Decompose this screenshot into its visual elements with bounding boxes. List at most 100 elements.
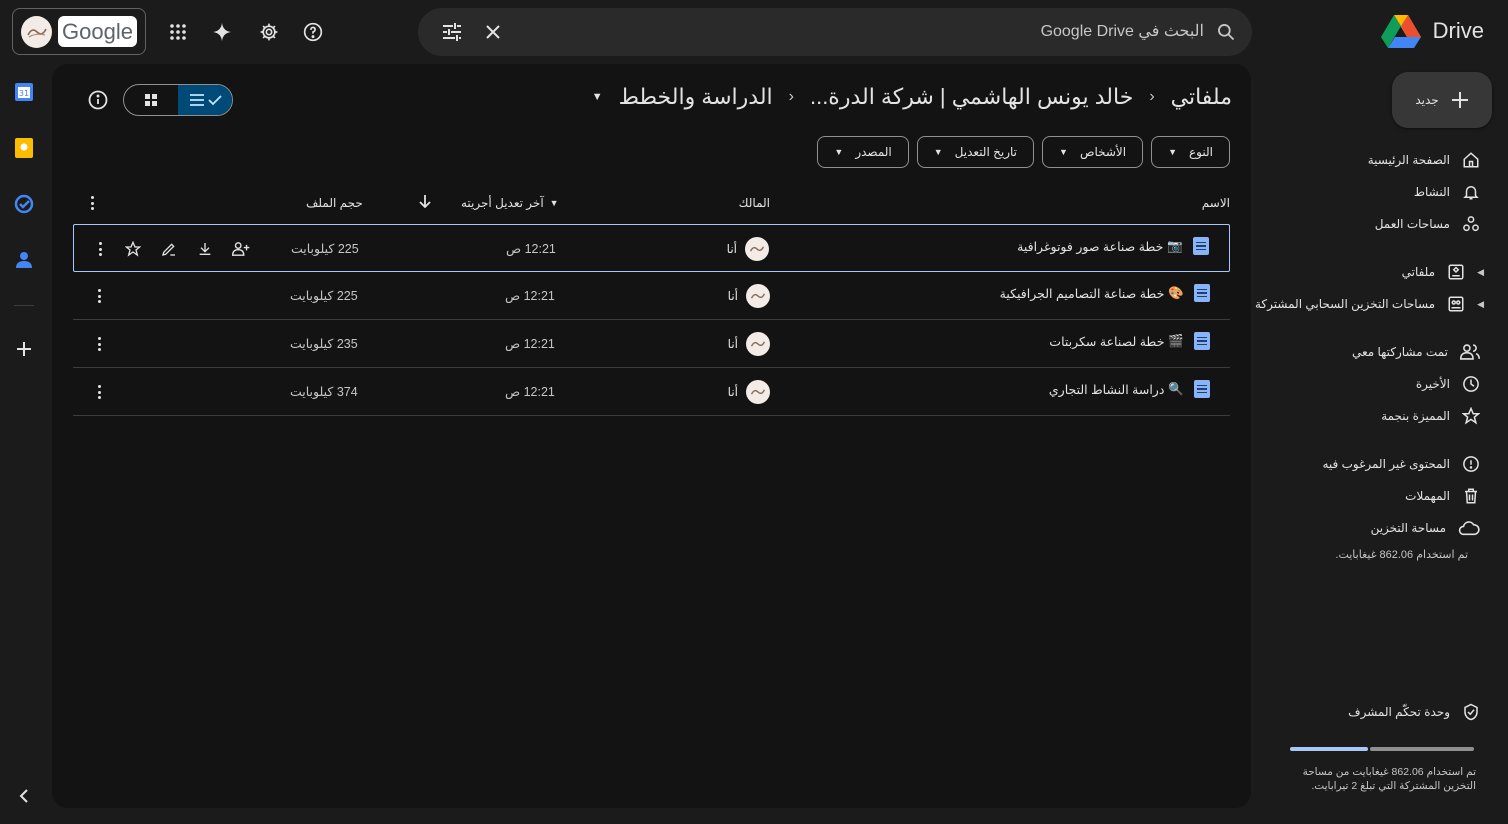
clear-search-icon[interactable]	[484, 23, 502, 41]
sidebar-item-label: المحتوى غير المرغوب فيه	[1322, 457, 1450, 471]
filter-source-chip[interactable]: المصدر ▼	[817, 136, 909, 168]
quota-text-line1: تم استخدام 862.06 غيغابايت من مساحة	[1302, 766, 1476, 778]
sidebar-item-starred[interactable]: المميزة بنجمة	[1381, 402, 1480, 430]
table-row[interactable]: 📷 خطة صناعة صور فوتوغرافية أنا 12:21 ص 2…	[73, 224, 1230, 272]
file-name-cell: 📷 خطة صناعة صور فوتوغرافية	[1017, 237, 1229, 255]
google-doc-icon	[1194, 380, 1210, 398]
table-row[interactable]: 🔍 دراسة النشاط التجاري أنا 12:21 ص 374 ك…	[73, 368, 1230, 416]
filter-people-chip[interactable]: الأشخاص ▼	[1042, 136, 1144, 168]
breadcrumb-item-folder[interactable]: خالد يونس الهاشمي | شركة الدرة...	[810, 84, 1133, 110]
rename-pencil-icon[interactable]	[158, 238, 180, 260]
sidebar-item-label: مساحة التخزين	[1370, 521, 1446, 535]
calendar-app-icon[interactable]: 31	[10, 78, 38, 106]
search-options-icon[interactable]	[442, 23, 462, 41]
sidebar-item-recent[interactable]: الأخيرة	[1416, 370, 1480, 398]
bell-icon	[1463, 186, 1479, 200]
contacts-app-icon[interactable]	[10, 246, 38, 274]
sort-arrow-down-icon[interactable]	[419, 194, 431, 208]
file-name: خطة لصناعة سكربتات	[1049, 334, 1165, 349]
expand-caret-icon[interactable]: ◀	[1477, 267, 1484, 278]
search-icon[interactable]	[1216, 22, 1236, 42]
chevron-left-icon: ‹	[1149, 88, 1155, 105]
sidebar-item-home[interactable]: الصفحة الرئيسية	[1368, 146, 1480, 174]
check-icon	[207, 95, 222, 106]
search-input[interactable]	[502, 23, 1216, 41]
sidebar-item-workspaces[interactable]: مساحات العمل	[1375, 210, 1480, 238]
sidebar-item-shared-drives[interactable]: ◀ مساحات التخزين السحابي المشتركة	[1255, 290, 1484, 318]
table-row[interactable]: 🎬 خطة لصناعة سكربتات أنا 12:21 ص 235 كيل…	[73, 320, 1230, 368]
size-cell: 225 كيلوبايت	[290, 289, 358, 303]
chip-label: تاريخ التعديل	[954, 145, 1018, 159]
collapse-rail-icon[interactable]	[10, 782, 38, 810]
file-emoji: 🎨	[1168, 285, 1184, 300]
chip-label: الأشخاص	[1079, 145, 1127, 159]
filter-modified-chip[interactable]: تاريخ التعديل ▼	[916, 136, 1035, 168]
settings-gear-icon[interactable]	[249, 12, 289, 52]
owner-name: أنا	[727, 337, 738, 351]
details-info-icon[interactable]	[86, 88, 110, 112]
sidebar-item-shared-with-me[interactable]: تمت مشاركتها معي	[1352, 338, 1480, 366]
grid-view-button[interactable]	[124, 85, 178, 115]
breadcrumb: ملفاتي ‹ خالد يونس الهاشمي | شركة الدرة.…	[592, 84, 1232, 110]
main-panel	[52, 64, 1251, 808]
drive-brand[interactable]: Drive	[1380, 14, 1484, 48]
owner-cell: أنا	[728, 284, 770, 308]
modified-cell: 12:21 ص	[505, 289, 555, 303]
sidebar-item-activity[interactable]: النشاط	[1414, 178, 1480, 206]
list-view-button[interactable]	[178, 85, 232, 115]
share-add-person-icon[interactable]	[230, 238, 252, 260]
shared-people-icon	[1460, 344, 1480, 360]
download-icon[interactable]	[194, 238, 216, 260]
rail-divider	[14, 305, 34, 306]
admin-console-link[interactable]: وحدة تحكّم المشرف	[1348, 698, 1480, 726]
filter-type-chip[interactable]: النوع ▼	[1151, 136, 1230, 168]
table-row[interactable]: 🎨 خطة صناعة التصاميم الجرافيكية أنا 12:2…	[73, 272, 1230, 320]
column-modified-header[interactable]: ▼ آخر تعديل أجريته	[461, 196, 559, 210]
breadcrumb-item-my-drive[interactable]: ملفاتي	[1171, 84, 1232, 110]
more-options-icon[interactable]	[91, 196, 94, 210]
file-name: خطة صناعة صور فوتوغرافية	[1017, 239, 1164, 254]
sidebar-item-spam[interactable]: المحتوى غير المرغوب فيه	[1322, 450, 1480, 478]
chip-label: النوع	[1189, 145, 1213, 159]
caret-down-icon[interactable]: ▼	[592, 91, 603, 103]
drive-title: Drive	[1432, 18, 1484, 43]
sidebar-item-my-drive[interactable]: ◀ ملفاتي	[1402, 258, 1484, 286]
column-owner-header[interactable]: المالك	[739, 196, 770, 210]
clock-icon	[1463, 376, 1479, 392]
breadcrumb-item-current[interactable]: الدراسة والخطط	[619, 84, 773, 110]
sidebar-item-label: الأخيرة	[1415, 377, 1450, 391]
more-actions-icon[interactable]	[89, 333, 109, 355]
more-actions-icon[interactable]	[90, 238, 110, 260]
column-name-header[interactable]: الاسم	[1202, 196, 1230, 210]
cloud-icon	[1458, 521, 1480, 536]
chevron-left-icon: ‹	[788, 88, 794, 105]
plus-icon	[1451, 92, 1468, 108]
owner-avatar	[746, 284, 770, 308]
expand-caret-icon[interactable]: ◀	[1477, 299, 1484, 310]
sidebar-item-storage[interactable]: مساحة التخزين	[1371, 514, 1480, 542]
google-doc-icon	[1194, 284, 1210, 302]
new-button[interactable]: جديد	[1392, 72, 1492, 128]
gemini-sparkle-icon[interactable]	[202, 12, 242, 52]
row-actions	[122, 238, 252, 260]
sidebar-item-label: تمت مشاركتها معي	[1351, 345, 1448, 359]
sidebar-item-label: مساحات التخزين السحابي المشتركة	[1255, 297, 1436, 311]
modified-cell: 12:21 ص	[505, 385, 555, 399]
apps-grid-icon[interactable]	[158, 12, 198, 52]
sidebar-item-trash[interactable]: المهملات	[1405, 482, 1480, 510]
star-icon[interactable]	[122, 238, 144, 260]
account-chip[interactable]: Google	[12, 8, 146, 55]
filter-chips: النوع ▼ الأشخاص ▼ تاريخ التعديل ▼ المصدر ▼	[817, 136, 1230, 168]
tasks-app-icon[interactable]	[10, 190, 38, 218]
more-actions-icon[interactable]	[89, 285, 109, 307]
owner-cell: أنا	[728, 380, 770, 404]
sidebar-item-label: الصفحة الرئيسية	[1367, 153, 1450, 167]
help-icon[interactable]	[293, 12, 333, 52]
add-app-icon[interactable]	[10, 335, 38, 363]
more-actions-icon[interactable]	[89, 381, 109, 403]
trash-icon	[1465, 488, 1477, 504]
column-size-header[interactable]: حجم الملف	[306, 196, 363, 210]
keep-app-icon[interactable]	[10, 134, 38, 162]
owner-avatar	[746, 380, 770, 404]
chip-label: المصدر	[855, 145, 892, 159]
